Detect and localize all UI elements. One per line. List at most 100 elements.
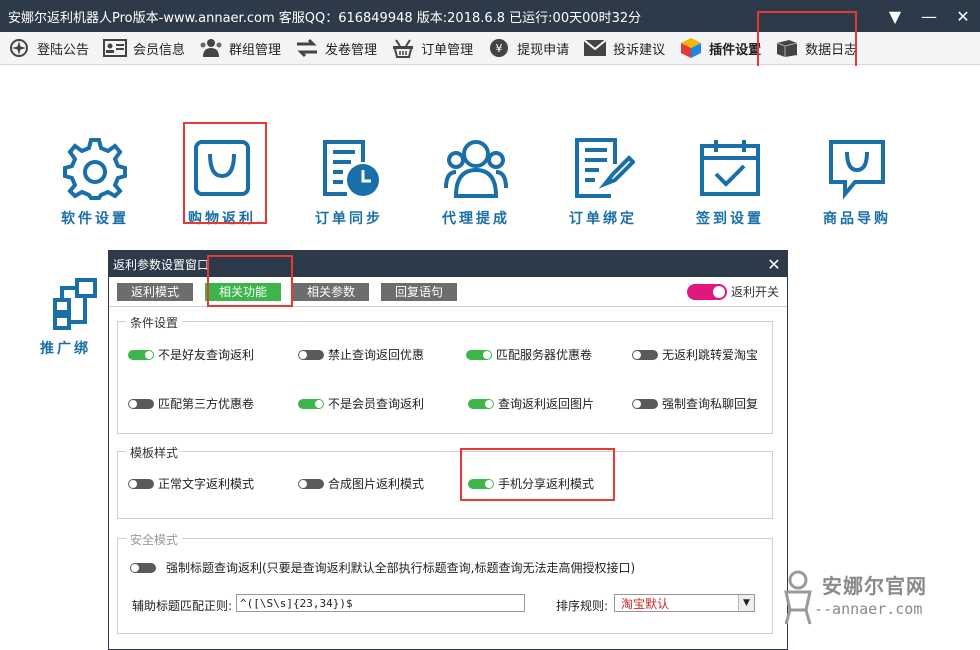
- nav-item-label: 群组管理: [229, 42, 282, 58]
- toggle-switch[interactable]: [128, 398, 154, 409]
- nav-item-feedback[interactable]: 投诉建议: [576, 32, 672, 65]
- tile-checkin-settings[interactable]: 签到设置: [680, 136, 780, 228]
- toggle-switch[interactable]: [468, 478, 494, 489]
- tile-agent-commission[interactable]: 代理提成: [426, 136, 526, 228]
- nav-item-member-info[interactable]: 会员信息: [96, 32, 192, 65]
- toggle-switch[interactable]: [466, 349, 492, 360]
- option-label: 不是好友查询返利: [158, 348, 255, 362]
- tile-product-guide[interactable]: 商品导购: [807, 136, 907, 228]
- tab-reply-phrases[interactable]: 回复语句: [381, 282, 458, 301]
- checklist-document-icon: [575, 138, 635, 198]
- option-not-member-query[interactable]: 不是会员查询返利: [298, 395, 424, 412]
- toggle-switch[interactable]: [686, 283, 727, 300]
- group-label: 模板样式: [126, 444, 183, 461]
- option-label: 匹配第三方优惠卷: [158, 397, 255, 411]
- tile-label: 购物返利: [188, 211, 256, 227]
- nav-item-order-manage[interactable]: 订单管理: [384, 32, 480, 65]
- dialog-title: 返利参数设置窗口: [113, 257, 210, 272]
- nav-item-group-manage[interactable]: 群组管理: [192, 32, 288, 65]
- toggle-switch[interactable]: [632, 349, 658, 360]
- yen-coin-icon: ¥: [487, 38, 511, 58]
- tile-order-binding[interactable]: 订单绑定: [553, 136, 653, 228]
- option-match-server-coupon[interactable]: 匹配服务器优惠卷: [466, 346, 592, 363]
- chevron-down-icon[interactable]: ▼: [738, 595, 754, 611]
- tab-related-params[interactable]: 相关参数: [293, 282, 370, 301]
- sort-rule-label: 排序规则:: [556, 599, 609, 613]
- tile-label: 签到设置: [696, 211, 764, 227]
- toggle-switch[interactable]: [130, 562, 156, 573]
- group-label: 条件设置: [126, 314, 183, 331]
- close-icon[interactable]: ✕: [946, 7, 980, 26]
- option-label: 查询返利返回图片: [498, 397, 595, 411]
- menu-dropdown-icon[interactable]: ▼: [878, 7, 912, 26]
- nav-item-coupon-manage[interactable]: 发卷管理: [288, 32, 384, 65]
- option-text-mode[interactable]: 正常文字返利模式: [128, 475, 254, 492]
- option-match-third-party-coupon[interactable]: 匹配第三方优惠卷: [128, 395, 254, 412]
- tile-order-sync[interactable]: 订单同步: [299, 136, 399, 228]
- option-forbid-query-coupon[interactable]: 禁止查询返回优惠: [298, 346, 424, 363]
- tab-rebate-mode[interactable]: 返利模式: [117, 282, 194, 301]
- option-not-friend-query[interactable]: 不是好友查询返利: [128, 346, 254, 363]
- watermark-name: 安娜尔官网: [822, 574, 927, 598]
- toggle-switch[interactable]: [468, 398, 494, 409]
- option-label: 强制查询私聊回复: [662, 397, 759, 411]
- nav-item-announcement[interactable]: 登陆公告: [0, 32, 96, 65]
- toggle-switch[interactable]: [298, 398, 324, 409]
- tab-related-functions[interactable]: 相关功能: [205, 282, 282, 301]
- option-label: 手机分享返利模式: [498, 477, 595, 491]
- nav-item-plugin-settings[interactable]: 插件设置: [672, 32, 768, 65]
- option-mobile-share-mode[interactable]: 手机分享返利模式: [468, 475, 594, 492]
- minimize-icon[interactable]: —: [912, 7, 946, 26]
- title-regex-input[interactable]: [236, 594, 525, 612]
- tile-promotion-binding[interactable]: 推广绑: [40, 278, 110, 358]
- option-label: 不是会员查询返利: [328, 397, 425, 411]
- toggle-switch[interactable]: [128, 349, 154, 360]
- nav-item-label: 提现申请: [517, 42, 570, 58]
- gear-icon: [63, 138, 127, 200]
- option-label: 合成图片返利模式: [328, 477, 425, 491]
- window-title: 安娜尔返利机器人Pro版本-www.annaer.com 客服QQ：616849…: [8, 10, 642, 26]
- option-label: 强制标题查询返利(只要是查询返利默认全部执行标题查询,标题查询无法走高佣授权接口…: [166, 561, 636, 575]
- toggle-switch[interactable]: [632, 398, 658, 409]
- toggle-switch[interactable]: [298, 478, 324, 489]
- tile-label: 订单绑定: [569, 211, 637, 227]
- envelope-icon: [583, 38, 607, 58]
- watermark-url: --annaer.com: [814, 600, 923, 618]
- toggle-switch[interactable]: [128, 478, 154, 489]
- option-label: 匹配服务器优惠卷: [496, 348, 593, 362]
- exchange-arrows-icon: [295, 38, 319, 58]
- tile-label: 代理提成: [442, 211, 510, 227]
- option-no-rebate-redirect[interactable]: 无返利跳转爱淘宝: [632, 346, 758, 363]
- nav-item-label: 会员信息: [133, 42, 186, 58]
- compass-icon: [7, 38, 31, 58]
- tile-software-settings[interactable]: 软件设置: [45, 136, 145, 228]
- option-label: 正常文字返利模式: [158, 477, 255, 491]
- robot-logo-icon: [784, 570, 812, 625]
- document-clock-icon: [323, 140, 379, 196]
- org-chart-icon: [53, 278, 97, 330]
- shopping-bag-icon: [194, 140, 250, 196]
- option-force-private-reply[interactable]: 强制查询私聊回复: [632, 395, 758, 412]
- svg-text:¥: ¥: [496, 42, 503, 55]
- nav-item-label: 发卷管理: [325, 42, 378, 58]
- nav-item-data-log[interactable]: 数据日志: [768, 32, 864, 65]
- option-composite-image-mode[interactable]: 合成图片返利模式: [298, 475, 424, 492]
- nav-bar: 登陆公告 会员信息 群组管理 发卷管理 订单管理 ¥ 提现申请 投诉建议 插件设…: [0, 32, 980, 65]
- nav-item-label: 数据日志: [805, 42, 858, 58]
- option-force-title-query[interactable]: 强制标题查询返利(只要是查询返利默认全部执行标题查询,标题查询无法走高佣授权接口…: [130, 559, 635, 576]
- nav-item-withdraw[interactable]: ¥ 提现申请: [480, 32, 576, 65]
- close-icon[interactable]: ✕: [761, 255, 787, 274]
- rebate-master-switch[interactable]: 返利开关: [686, 283, 779, 300]
- nav-item-label: 投诉建议: [613, 42, 666, 58]
- toggle-switch[interactable]: [298, 349, 324, 360]
- option-query-return-image[interactable]: 查询返利返回图片: [468, 395, 594, 412]
- master-switch-label: 返利开关: [730, 285, 779, 299]
- rebate-settings-dialog: 返利参数设置窗口 ✕ 返利模式 相关功能 相关参数 回复语句 返利开关 条件设置…: [108, 250, 788, 650]
- tile-shopping-rebate[interactable]: 购物返利: [172, 136, 272, 228]
- sort-rule-select[interactable]: 淘宝默认 ▼: [614, 594, 755, 612]
- users-icon: [444, 140, 508, 198]
- nav-item-label: 订单管理: [421, 42, 474, 58]
- tile-label: 订单同步: [315, 211, 383, 227]
- group-conditions: 条件设置 不是好友查询返利 禁止查询返回优惠 匹配服务器优惠卷 无返利跳转爱淘宝…: [117, 314, 773, 434]
- option-label: 禁止查询返回优惠: [328, 348, 425, 362]
